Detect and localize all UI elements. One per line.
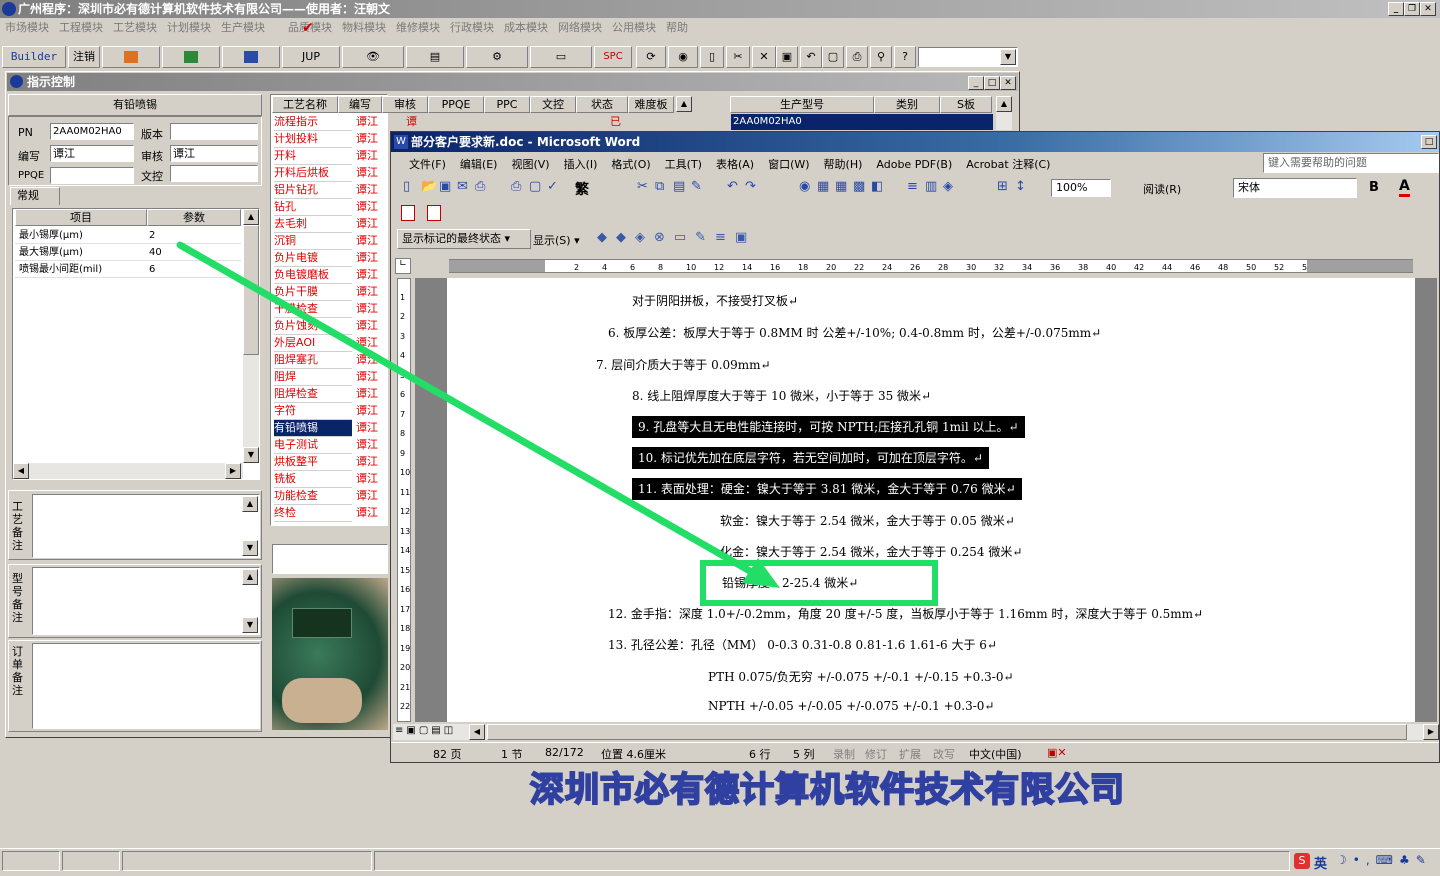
- ime-language[interactable]: 英: [1314, 853, 1327, 872]
- ime-tray-icons[interactable]: ☽•,⌨♣✎: [1336, 853, 1432, 867]
- annotation-arrow: [176, 241, 780, 588]
- main-statusbar: S 英 ☽•,⌨♣✎: [0, 848, 1440, 876]
- ime-logo-icon[interactable]: S: [1294, 853, 1310, 869]
- company-watermark: 深圳市必有德计算机软件技术有限公司: [529, 769, 1125, 811]
